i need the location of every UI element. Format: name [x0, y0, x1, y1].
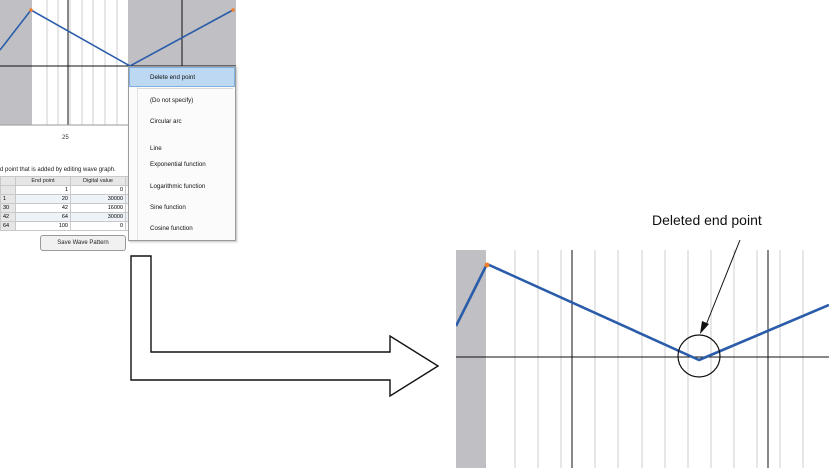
callout-pointer	[700, 239, 741, 334]
deleted-end-point-label: Deleted end point	[652, 212, 762, 228]
